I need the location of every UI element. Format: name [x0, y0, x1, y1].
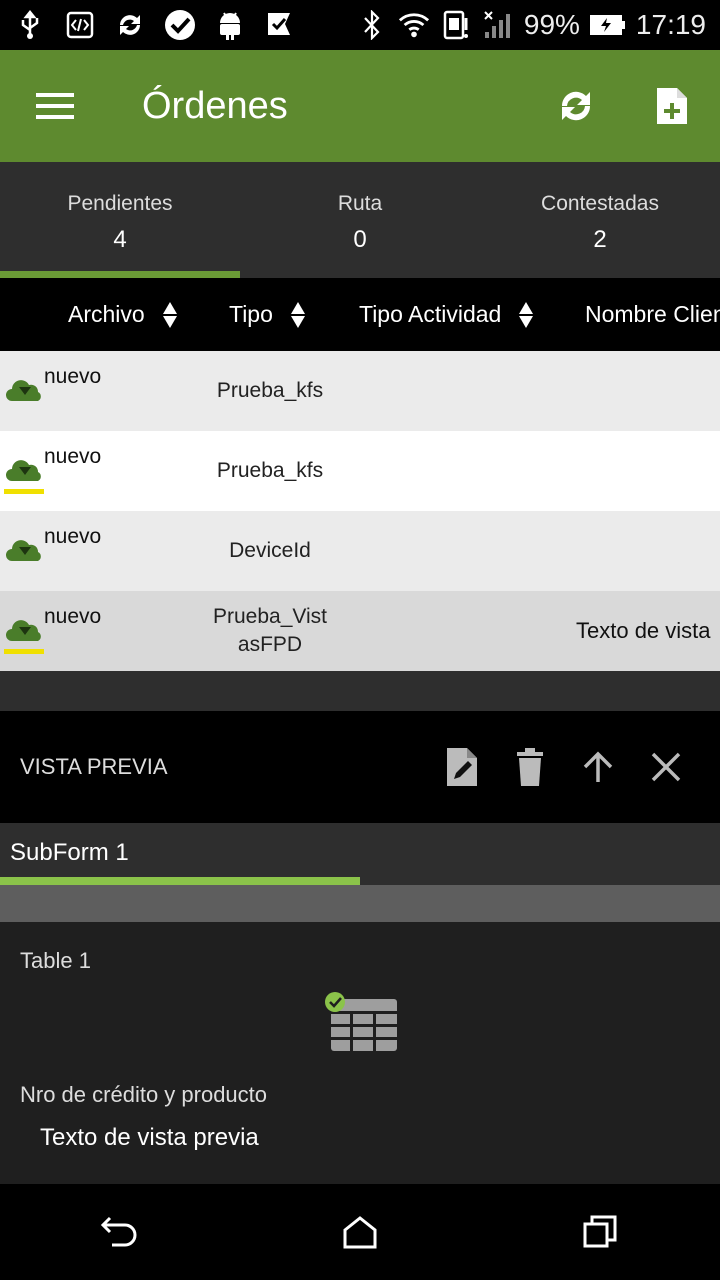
battery-percentage: 99% — [523, 9, 580, 40]
page-title: Órdenes — [142, 84, 288, 127]
cloud-download-icon — [6, 620, 41, 641]
tab-pendientes[interactable]: Pendientes 4 — [0, 162, 240, 278]
column-label: Tipo Actividad — [359, 301, 502, 327]
column-label: Nombre Clien — [585, 301, 720, 327]
sort-icon[interactable] — [290, 301, 305, 329]
usb-icon — [14, 9, 46, 41]
cloud-download-icon — [6, 460, 41, 481]
edit-button[interactable] — [428, 733, 496, 801]
sort-icon[interactable] — [519, 301, 534, 329]
preview-title: VISTA PREVIA — [20, 754, 168, 779]
flag-indicator — [4, 649, 44, 654]
cell-archivo: nuevo — [44, 605, 102, 628]
new-document-icon — [657, 88, 687, 124]
signal-icon — [482, 9, 514, 41]
status-bar: 99% 17:19 — [0, 0, 720, 50]
cell-nombre: Texto de vista — [576, 618, 711, 643]
sim-icon — [440, 9, 472, 41]
divider — [0, 671, 720, 711]
column-header-tipo-actividad[interactable]: Tipo Actividad — [359, 278, 534, 351]
delete-icon — [517, 748, 543, 786]
divider — [0, 885, 720, 922]
back-icon — [100, 1216, 137, 1247]
recents-icon — [583, 1215, 617, 1248]
check-flag-icon — [264, 9, 296, 41]
bluetooth-icon — [356, 9, 388, 41]
home-button[interactable] — [310, 1184, 410, 1280]
table-row[interactable]: nuevo Prueba_kfs — [0, 351, 720, 431]
edit-document-icon — [447, 748, 477, 786]
new-order-button[interactable] — [624, 50, 720, 162]
subform-tab-label: SubForm 1 — [10, 839, 129, 866]
check-badge-icon — [164, 9, 196, 41]
tab-label: Contestadas — [541, 192, 659, 215]
recents-button[interactable] — [550, 1184, 650, 1280]
cell-tipo: DeviceId — [229, 539, 311, 562]
back-button[interactable] — [70, 1184, 170, 1280]
arrow-up-icon — [583, 751, 613, 782]
column-header-tipo[interactable]: Tipo — [229, 278, 305, 351]
table-grid-icon[interactable] — [323, 991, 399, 1053]
tab-count: 4 — [113, 226, 127, 253]
navigation-bar — [0, 1184, 720, 1280]
column-label: Archivo — [68, 301, 145, 327]
home-icon — [343, 1216, 377, 1249]
table-row[interactable]: nuevo Prueba_kfs — [0, 431, 720, 511]
table-header: Archivo Tipo Tipo Actividad Nombre Clien — [0, 278, 720, 351]
column-header-archivo[interactable]: Archivo — [68, 278, 177, 351]
tab-count: 0 — [353, 226, 367, 253]
menu-button[interactable] — [0, 50, 112, 162]
orders-table: nuevo Prueba_kfs nuevo Prueba_kfs nuevo … — [0, 351, 720, 671]
move-up-button[interactable] — [564, 733, 632, 801]
column-header-nombre-cliente[interactable]: Nombre Clien — [585, 278, 720, 351]
cell-archivo: nuevo — [44, 525, 102, 548]
sync-icon — [114, 9, 146, 41]
sort-icon[interactable] — [162, 301, 177, 329]
close-button[interactable] — [632, 733, 700, 801]
cell-tipo: Prueba_kfs — [216, 379, 324, 402]
subform-tab[interactable]: SubForm 1 — [0, 823, 720, 885]
android-icon — [214, 9, 246, 41]
wifi-icon — [398, 9, 430, 41]
tab-contestadas[interactable]: Contestadas 2 — [480, 162, 720, 278]
tab-label: Pendientes — [67, 192, 173, 215]
flag-indicator — [4, 489, 44, 494]
delete-button[interactable] — [496, 733, 564, 801]
field-value: Texto de vista previa — [40, 1124, 259, 1151]
preview-toolbar: VISTA PREVIA — [0, 711, 720, 823]
battery-icon — [589, 9, 626, 41]
code-icon — [64, 9, 96, 41]
cloud-download-icon — [6, 540, 41, 561]
tab-label: Ruta — [337, 192, 383, 215]
hamburger-icon — [36, 93, 74, 119]
column-label: Tipo — [229, 301, 273, 327]
clock: 17:19 — [635, 9, 706, 40]
close-icon — [651, 752, 681, 782]
cloud-download-icon — [6, 380, 41, 401]
table-row[interactable]: nuevo DeviceId — [0, 511, 720, 591]
tab-indicator — [0, 877, 360, 885]
cell-archivo: nuevo — [44, 365, 102, 388]
cell-tipo: Prueba_kfs — [216, 459, 324, 482]
cell-tipo: Prueba_VistasFPD — [212, 605, 328, 656]
order-tabs: Pendientes 4 Ruta 0 Contestadas 2 — [0, 162, 720, 278]
refresh-button[interactable] — [528, 50, 624, 162]
app-bar: Órdenes — [0, 50, 720, 162]
cell-archivo: nuevo — [44, 445, 102, 468]
field-label: Nro de crédito y producto — [20, 1082, 268, 1107]
tab-ruta[interactable]: Ruta 0 — [240, 162, 480, 278]
tab-count: 2 — [593, 226, 607, 253]
table-row-selected[interactable]: nuevo Prueba_VistasFPD Texto de vista — [0, 591, 720, 671]
preview-content: Table 1 Nro de crédito y producto Texto … — [0, 922, 720, 1184]
table-label: Table 1 — [20, 948, 91, 973]
refresh-icon — [561, 91, 591, 121]
